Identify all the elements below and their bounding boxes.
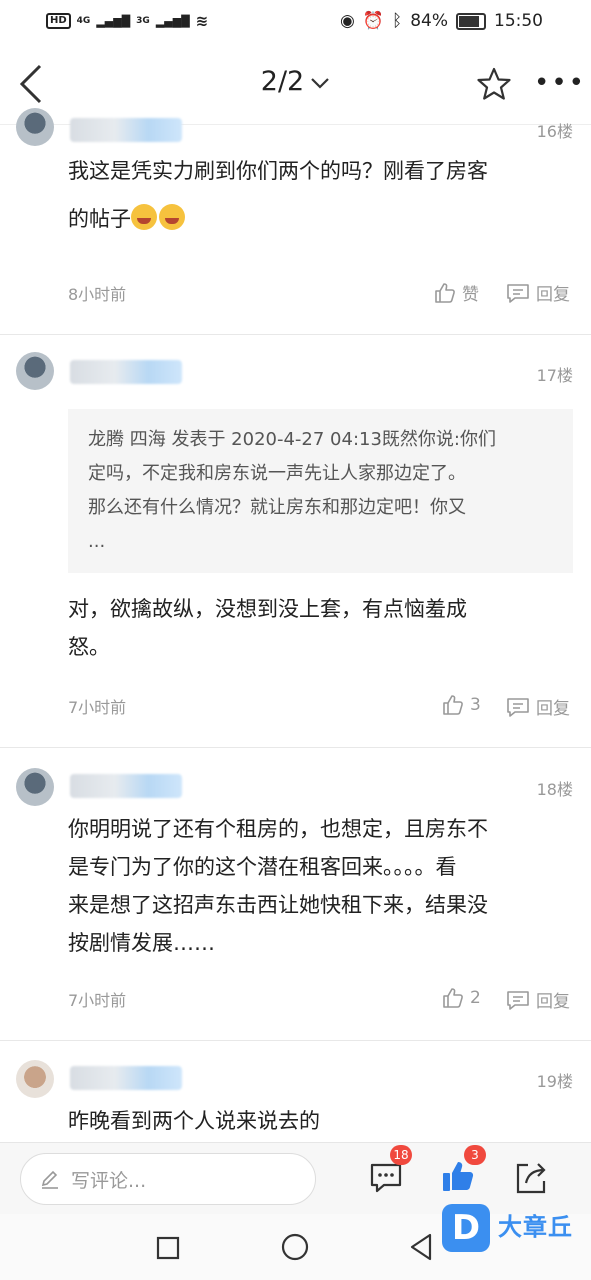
reply-button[interactable]: 回复 — [506, 987, 570, 1012]
reply-icon — [507, 990, 529, 1010]
signal-bars-icon: ▂▄▆█ — [96, 14, 131, 28]
divider — [0, 334, 591, 335]
avatar[interactable] — [16, 352, 54, 390]
wifi-icon: ≋ — [195, 12, 209, 30]
back-nav-button[interactable] — [408, 1233, 434, 1261]
title-bar: 2/2 ••• — [0, 44, 591, 125]
comment-line: 的帖子 — [68, 200, 558, 238]
reply-icon — [507, 283, 529, 303]
star-icon — [477, 67, 511, 100]
comment-line: 怒。 — [68, 635, 110, 659]
clock: 15:50 — [494, 11, 543, 31]
like-count: 2 — [470, 988, 481, 1008]
chevron-down-icon — [310, 66, 330, 97]
like-post-button[interactable]: 3 — [440, 1145, 486, 1199]
like-label: 赞 — [462, 285, 479, 305]
comment-placeholder: 写评论... — [71, 1169, 147, 1192]
laughing-tears-emoji-icon — [131, 204, 157, 230]
thumbs-up-icon — [435, 282, 455, 303]
comment-input[interactable]: 写评论... — [20, 1153, 316, 1205]
floor-number: 17楼 — [536, 366, 573, 385]
avatar[interactable] — [16, 768, 54, 806]
like-count-badge: 3 — [464, 1145, 486, 1165]
comment-time: 7小时前 — [68, 698, 127, 717]
thumbs-up-icon — [443, 695, 463, 715]
quote-line: 定吗，不定我和房东说一声先让人家那边定了。 — [88, 463, 466, 484]
comment-text: 你明明说了还有个租房的，也想定，且房东不 是专门为了你的这个潜在租客回来。。。。… — [68, 810, 558, 962]
like-count: 3 — [470, 695, 481, 715]
quote-line: ... — [88, 531, 106, 552]
comment-time: 7小时前 — [68, 991, 127, 1010]
bottom-action-bar: 写评论... 18 3 — [0, 1142, 591, 1215]
more-dots-icon: ••• — [534, 68, 587, 98]
battery-icon — [456, 12, 486, 30]
divider — [0, 1040, 591, 1041]
username-blurred[interactable] — [70, 1066, 182, 1090]
bluetooth-icon: ᛒ — [392, 11, 403, 31]
comment-line-text: 的帖子 — [68, 207, 131, 231]
comment-text: 对，欲擒故纵，没想到没上套，有点恼羞成 怒。 — [68, 590, 558, 666]
reply-button[interactable]: 回复 — [506, 280, 570, 305]
quoted-comment[interactable]: 龙腾 四海 发表于 2020-4-27 04:13既然你说:你们 定吗，不定我和… — [68, 409, 573, 573]
eye-icon: ◉ — [339, 11, 355, 31]
comment-line: 是专门为了你的这个潜在租客回来。。。。看 — [68, 855, 457, 879]
comments-button[interactable]: 18 — [368, 1145, 412, 1199]
comment-line: 按剧情发展…… — [68, 931, 215, 955]
comment-count-badge: 18 — [390, 1145, 412, 1165]
favorite-button[interactable] — [476, 66, 512, 106]
username-blurred[interactable] — [70, 118, 182, 142]
divider — [0, 747, 591, 748]
avatar[interactable] — [16, 108, 54, 146]
battery-percent: 84% — [410, 11, 448, 31]
comment-time: 8小时前 — [68, 285, 127, 304]
comment-line: 我这是凭实力刷到你们两个的吗？刚看了房客 — [68, 159, 488, 183]
quote-line: 龙腾 四海 发表于 2020-4-27 04:13既然你说:你们 — [88, 429, 496, 450]
username-blurred[interactable] — [70, 360, 182, 384]
more-options-button[interactable]: ••• — [534, 68, 586, 98]
watermark-logo: D — [442, 1204, 490, 1252]
reply-label: 回复 — [536, 285, 570, 305]
laughing-tears-emoji-icon — [159, 204, 185, 230]
share-icon — [516, 1163, 546, 1194]
signal-4g-label: 4G — [76, 16, 91, 26]
signal-3g-label: 3G — [136, 16, 150, 26]
recent-apps-button[interactable] — [156, 1236, 180, 1260]
thumbs-up-icon — [443, 988, 463, 1008]
reply-label: 回复 — [536, 992, 570, 1012]
comment-line: 对，欲擒故纵，没想到没上套，有点恼羞成 — [68, 597, 467, 621]
like-button[interactable]: 2 — [442, 987, 481, 1009]
comment-line: 来是想了这招声东击西让她快租下来，结果没 — [68, 893, 488, 917]
home-button[interactable] — [281, 1233, 309, 1261]
like-button[interactable]: 3 — [442, 694, 481, 716]
quote-line: 那么还有什么情况？就让房东和那边定吧！你又 — [88, 497, 466, 518]
avatar[interactable] — [16, 1060, 54, 1098]
watermark-text: 大章丘 — [498, 1213, 573, 1241]
reply-icon — [507, 697, 529, 717]
signal-bars-icon-2: ▂▄▆█ — [155, 14, 190, 28]
pencil-icon — [41, 1170, 58, 1189]
username-blurred[interactable] — [70, 774, 182, 798]
like-button[interactable]: 赞 — [434, 280, 479, 305]
page-indicator: 2/2 — [260, 66, 305, 97]
comment-text: 昨晚看到两个人说来说去的 — [68, 1109, 320, 1133]
comment-text: 我这是凭实力刷到你们两个的吗？刚看了房客 的帖子 — [68, 152, 558, 238]
alarm-icon: ⏰ — [362, 11, 384, 31]
status-bar: HD 4G ▂▄▆█ 3G ▂▄▆█ ≋ ◉ ⏰ ᛒ 84% 15:50 — [0, 0, 591, 44]
floor-number: 19楼 — [536, 1072, 573, 1091]
comment-line: 你明明说了还有个租房的，也想定，且房东不 — [68, 817, 488, 841]
floor-number: 16楼 — [536, 122, 573, 141]
share-button[interactable] — [514, 1159, 548, 1199]
hd-indicator: HD — [46, 13, 71, 29]
floor-number: 18楼 — [536, 780, 573, 799]
reply-label: 回复 — [536, 699, 570, 719]
reply-button[interactable]: 回复 — [506, 694, 570, 719]
